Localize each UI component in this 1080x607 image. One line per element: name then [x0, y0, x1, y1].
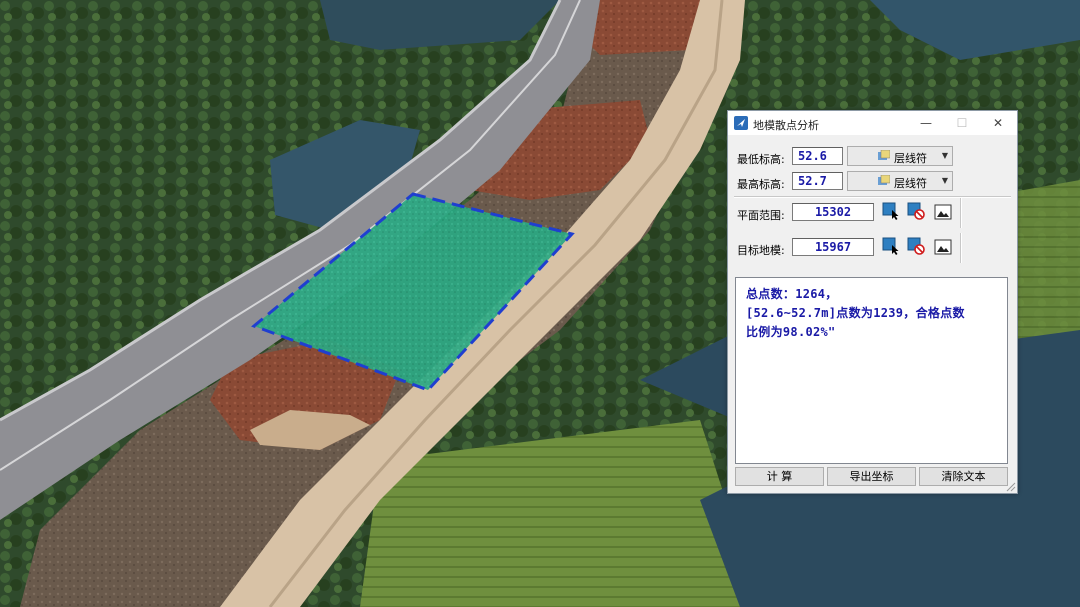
max-elevation-layer-label: 层线符 — [894, 177, 927, 190]
divider — [960, 233, 962, 263]
min-elevation-layer-combo[interactable]: 层线符 ▼ — [847, 146, 953, 166]
select-element-icon[interactable] — [882, 202, 900, 220]
close-button[interactable]: ✕ — [980, 111, 1016, 135]
compute-button[interactable]: 计 算 — [735, 467, 824, 486]
clear-text-button[interactable]: 清除文本 — [919, 467, 1008, 486]
plane-range-input[interactable]: 15302 — [792, 203, 874, 221]
min-elevation-input[interactable]: 52.6 — [792, 147, 843, 165]
max-elevation-input[interactable]: 52.7 — [792, 172, 843, 190]
result-line-2: [52.6~52.7m]点数为1239，合格点数 — [746, 306, 965, 320]
maximize-button[interactable]: ☐ — [944, 111, 980, 135]
divider — [734, 196, 1011, 198]
clear-selection-icon[interactable] — [907, 237, 925, 255]
export-coordinates-button[interactable]: 导出坐标 — [827, 467, 916, 486]
view-image-icon[interactable] — [934, 238, 952, 256]
target-model-label: 目标地模: — [737, 244, 785, 257]
resize-grip-icon[interactable] — [1006, 482, 1016, 492]
target-model-input[interactable]: 15967 — [792, 238, 874, 256]
view-image-icon[interactable] — [934, 203, 952, 221]
clear-selection-icon[interactable] — [907, 202, 925, 220]
plane-range-label: 平面范围: — [737, 209, 785, 222]
max-elevation-layer-combo[interactable]: 层线符 ▼ — [847, 171, 953, 191]
layer-style-icon — [878, 150, 890, 160]
max-elevation-label: 最高标高: — [737, 178, 785, 191]
chevron-down-icon: ▼ — [941, 176, 948, 185]
result-line-3: 比例为98.02%" — [746, 325, 836, 339]
title-bar[interactable]: 地模散点分析 — ☐ ✕ — [728, 111, 1017, 135]
select-element-icon[interactable] — [882, 237, 900, 255]
app-logo-icon — [734, 116, 748, 130]
min-elevation-label: 最低标高: — [737, 153, 785, 166]
min-elevation-layer-label: 层线符 — [894, 152, 927, 165]
minimize-button[interactable]: — — [908, 111, 944, 135]
layer-style-icon — [878, 175, 890, 185]
terrain-point-analysis-dialog: 地模散点分析 — ☐ ✕ 最低标高: 52.6 层线符 ▼ 最高标高: 52.7… — [727, 110, 1018, 494]
divider — [960, 198, 962, 228]
result-text-area[interactable]: 总点数：1264， [52.6~52.7m]点数为1239，合格点数 比例为98… — [735, 277, 1008, 464]
result-line-1: 总点数：1264， — [746, 287, 838, 301]
chevron-down-icon: ▼ — [941, 151, 948, 160]
window-title: 地模散点分析 — [753, 119, 819, 132]
